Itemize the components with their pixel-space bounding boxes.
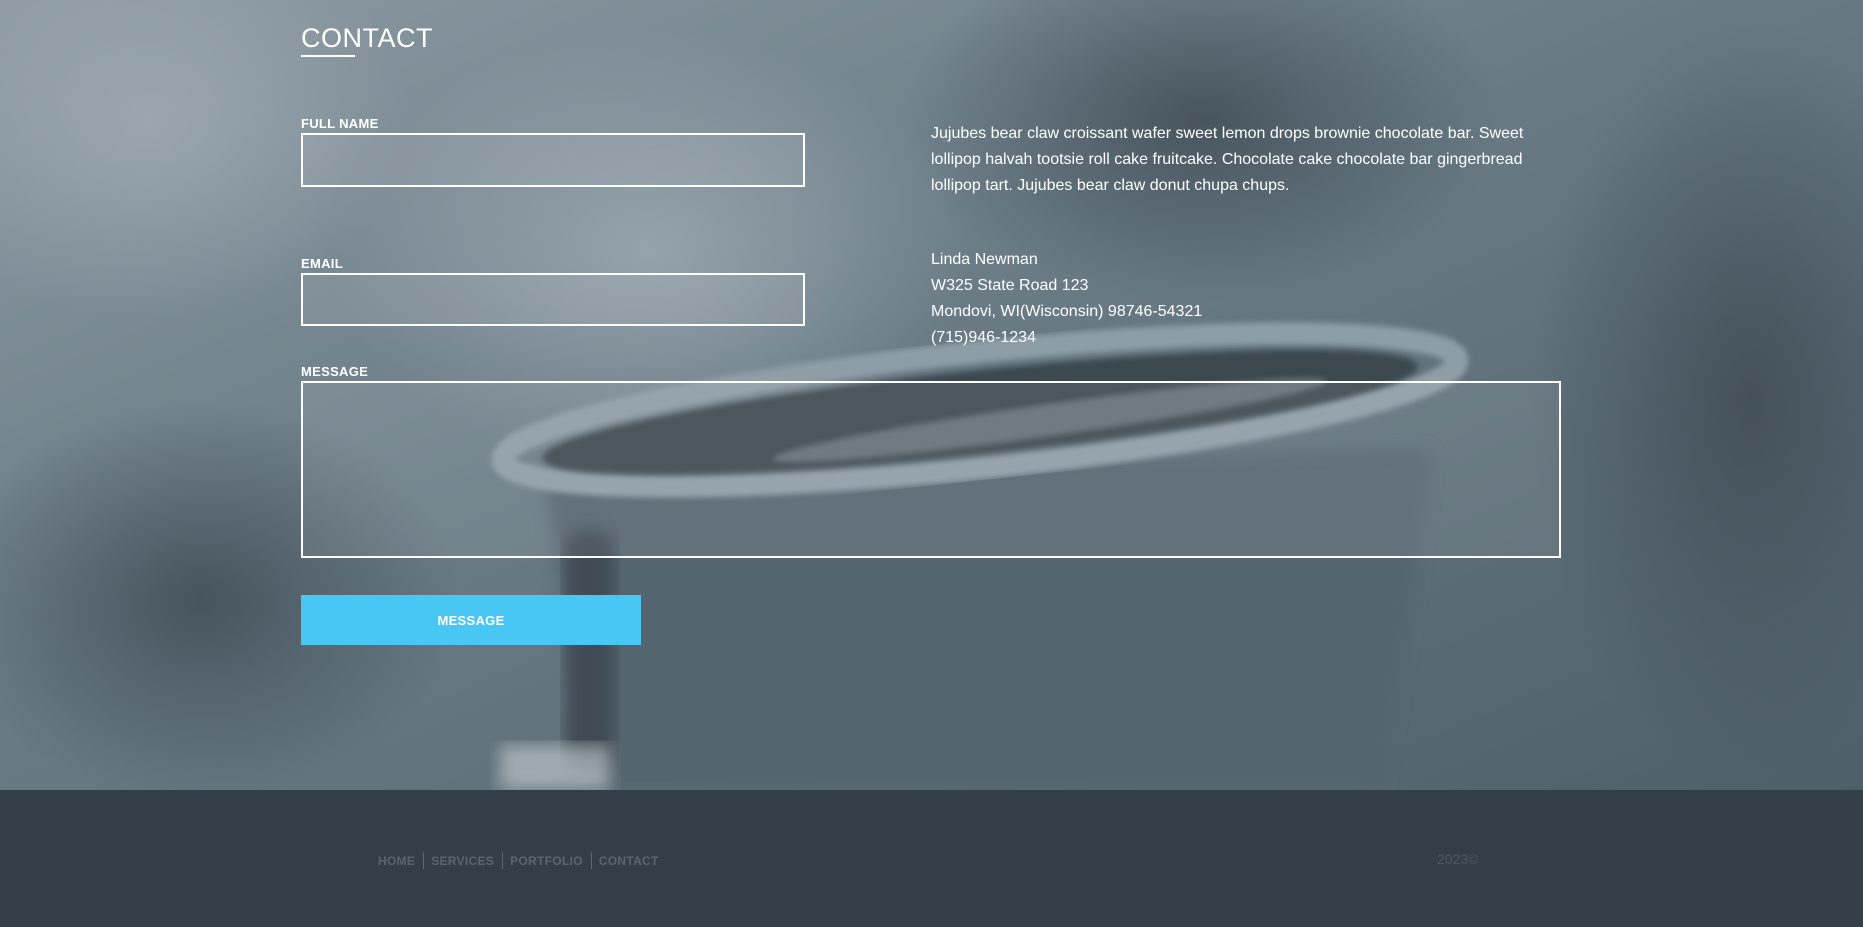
address-name: Linda Newman: [931, 251, 1038, 268]
footer-link-services[interactable]: SERVICES: [431, 854, 494, 868]
footer-link-contact[interactable]: CONTACT: [599, 854, 659, 868]
full-name-input[interactable]: [301, 133, 805, 187]
address-phone: (715)946-1234: [931, 329, 1036, 346]
full-name-label: FULL NAME: [301, 116, 379, 131]
footer-nav: HOME SERVICES PORTFOLIO CONTACT: [378, 852, 659, 869]
footer-nav-separator: [502, 852, 504, 869]
address-street: W325 State Road 123: [931, 277, 1089, 294]
message-label: MESSAGE: [301, 364, 369, 379]
message-textarea[interactable]: [301, 381, 1561, 558]
email-input[interactable]: [301, 273, 805, 326]
contact-description: Jujubes bear claw croissant wafer sweet …: [931, 125, 1524, 194]
footer-link-portfolio[interactable]: PORTFOLIO: [510, 854, 583, 868]
page-title: CONTACT: [301, 23, 433, 53]
copyright: 2023©: [1437, 851, 1479, 867]
footer-link-home[interactable]: HOME: [378, 854, 415, 868]
address-city: Mondovi, WI(Wisconsin) 98746-54321: [931, 303, 1203, 320]
submit-button[interactable]: MESSAGE: [301, 595, 641, 645]
footer-nav-separator: [423, 852, 425, 869]
title-underline: [301, 55, 355, 57]
contact-section: CONTACT FULL NAME EMAIL MESSAGE MESSAGE …: [0, 0, 1863, 790]
email-label: EMAIL: [301, 256, 343, 271]
contact-address: Linda Newman W325 State Road 123 Mondovi…: [931, 247, 1202, 351]
footer: [0, 790, 1863, 927]
footer-nav-separator: [590, 852, 592, 869]
